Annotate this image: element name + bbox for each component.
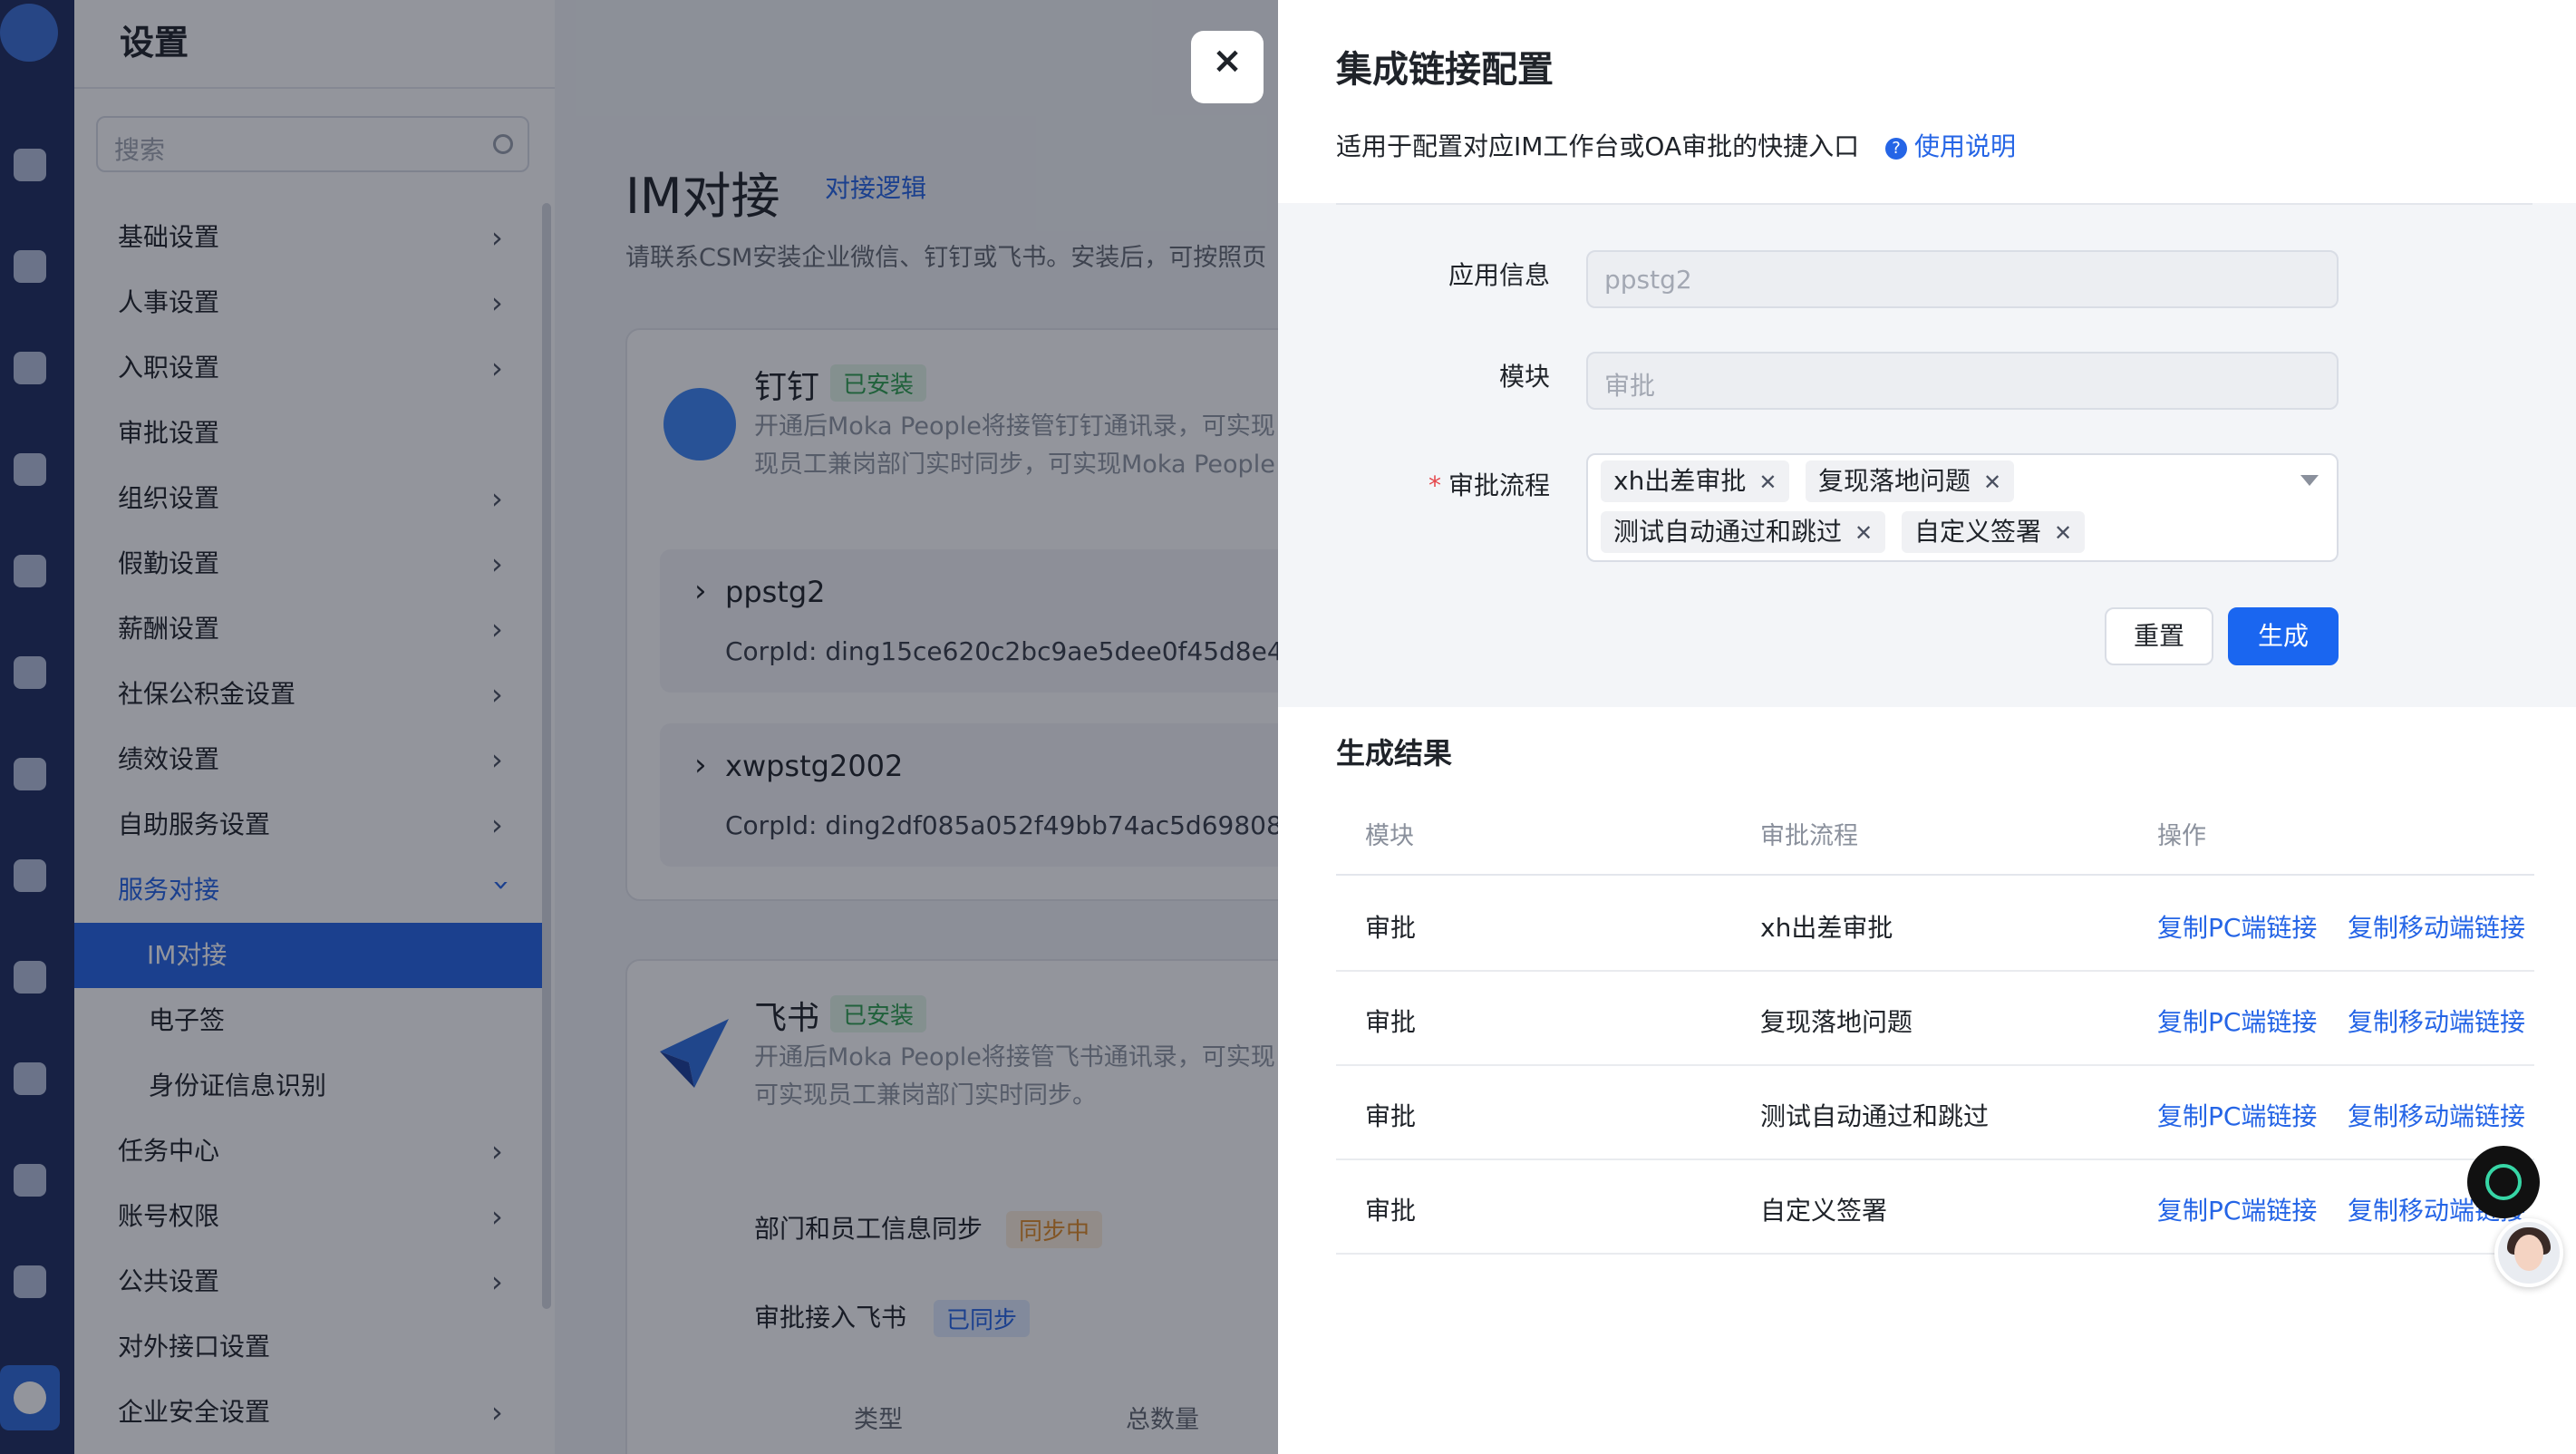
integration-link-drawer: 集成链接配置 适用于配置对应IM工作台或OA审批的快捷入口 ? 使用说明 应用信息…	[1278, 0, 2576, 1454]
tag-label: 复现落地问题	[1818, 466, 1971, 496]
required-mark: *	[1428, 470, 1441, 500]
remove-tag-icon[interactable]: ✕	[1855, 520, 1873, 546]
cell-flow: 测试自动通过和跳过	[1760, 1101, 1990, 1131]
cell-flow: xh出差审批	[1760, 913, 1893, 943]
table-row: 审批 自定义签署 复制PC端链接 复制移动端链接	[1336, 1160, 2534, 1255]
question-icon: ?	[1885, 138, 1907, 160]
tag-label: xh出差审批	[1613, 466, 1747, 496]
column-header: 操作	[2157, 822, 2206, 850]
flow-tag: 复现落地问题 ✕	[1806, 460, 2015, 502]
form-divider	[1336, 203, 2532, 205]
app-field: ppstg2	[1586, 250, 2339, 308]
result-title: 生成结果	[1336, 736, 1453, 771]
drawer-mask[interactable]	[0, 0, 1278, 1454]
tag-label: 测试自动通过和跳过	[1613, 517, 1843, 547]
cell-module: 审批	[1365, 1196, 1417, 1226]
help-link[interactable]: ? 使用说明	[1885, 127, 2016, 163]
table-row: 审批 测试自动通过和跳过 复制PC端链接 复制移动端链接	[1336, 1066, 2534, 1160]
app-label: 应用信息	[1448, 260, 1550, 290]
cell-module: 审批	[1365, 1007, 1417, 1037]
table-row: 审批 xh出差审批 复制PC端链接 复制移动端链接	[1336, 877, 2534, 972]
copy-pc-link[interactable]: 复制PC端链接	[2157, 1191, 2317, 1227]
cell-flow: 自定义签署	[1760, 1196, 1888, 1226]
flow-multiselect[interactable]: xh出差审批 ✕ 复现落地问题 ✕ 测试自动通过和跳过 ✕ 自定义签署 ✕	[1586, 453, 2339, 562]
copy-pc-link[interactable]: 复制PC端链接	[2157, 1003, 2317, 1039]
ai-assistant-button[interactable]	[2467, 1146, 2540, 1218]
ai-sparkle-icon	[2485, 1164, 2522, 1200]
column-header: 审批流程	[1760, 822, 1858, 850]
generate-button[interactable]: 生成	[2228, 607, 2339, 665]
avatar[interactable]	[2494, 1218, 2563, 1287]
remove-tag-icon[interactable]: ✕	[1758, 470, 1777, 495]
avatar-face	[2514, 1235, 2543, 1271]
copy-pc-link[interactable]: 复制PC端链接	[2157, 1097, 2317, 1133]
copy-pc-link[interactable]: 复制PC端链接	[2157, 908, 2317, 945]
flow-label: * 审批流程	[1405, 466, 1586, 502]
copy-mobile-link[interactable]: 复制移动端链接	[2348, 1003, 2525, 1039]
flow-tag: xh出差审批 ✕	[1601, 460, 1790, 502]
drawer-title: 集成链接配置	[1336, 49, 1554, 91]
remove-tag-icon[interactable]: ✕	[2054, 520, 2072, 546]
help-link-label: 使用说明	[1914, 131, 2017, 161]
cell-module: 审批	[1365, 1101, 1417, 1131]
app-value: ppstg2	[1604, 265, 1692, 295]
remove-tag-icon[interactable]: ✕	[1983, 470, 2001, 495]
flow-label-text: 审批流程	[1448, 470, 1550, 500]
copy-mobile-link[interactable]: 复制移动端链接	[2348, 1097, 2525, 1133]
module-label: 模块	[1498, 362, 1550, 392]
config-form: 应用信息 ppstg2 模块 审批 * 审批流程 xh出差审批 ✕ 复现落地问题 ✕ …	[1278, 203, 2576, 707]
flow-tag: 测试自动通过和跳过 ✕	[1601, 511, 1886, 553]
tag-label: 自定义签署	[1914, 517, 2042, 547]
caret-down-icon[interactable]	[2300, 475, 2319, 486]
table-row: 审批 复现落地问题 复制PC端链接 复制移动端链接	[1336, 972, 2534, 1066]
cell-module: 审批	[1365, 913, 1417, 943]
copy-mobile-link[interactable]: 复制移动端链接	[2348, 908, 2525, 945]
flow-tag: 自定义签署 ✕	[1902, 511, 2086, 553]
module-field: 审批	[1586, 352, 2339, 410]
column-header: 模块	[1365, 822, 1414, 850]
reset-button[interactable]: 重置	[2105, 607, 2213, 665]
cell-flow: 复现落地问题	[1760, 1007, 1913, 1037]
close-button[interactable]: ×	[1191, 31, 1264, 103]
close-icon: ×	[1212, 40, 1243, 82]
module-value: 审批	[1604, 371, 1656, 401]
result-table-header: 模块 审批流程 操作	[1336, 800, 2534, 876]
drawer-subtitle: 适用于配置对应IM工作台或OA审批的快捷入口	[1336, 131, 1860, 161]
